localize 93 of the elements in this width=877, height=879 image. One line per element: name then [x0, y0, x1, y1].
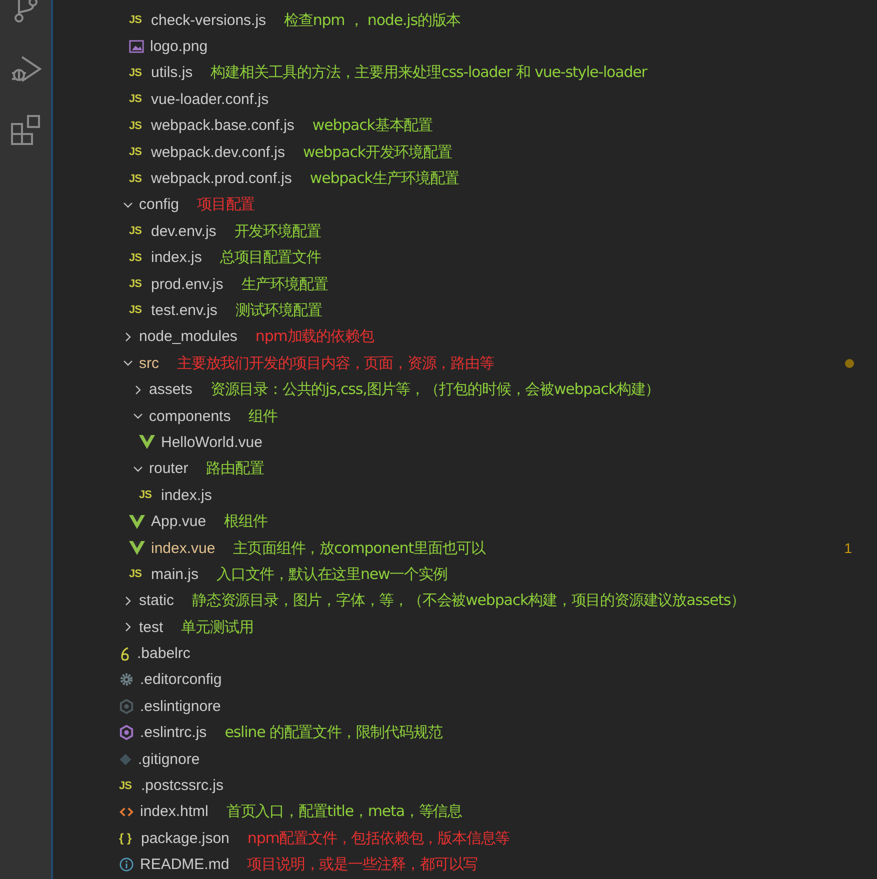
- file-name[interactable]: index.html: [140, 803, 208, 820]
- vue-file-icon: [129, 541, 145, 555]
- folder-name[interactable]: static: [139, 592, 174, 610]
- annotation: 根组件: [224, 512, 268, 532]
- annotation: 测试环境配置: [235, 300, 322, 320]
- annotation: 主页面组件，放component里面也可以: [233, 538, 486, 558]
- folder-name[interactable]: config: [139, 196, 180, 214]
- hexagon-icon: [119, 698, 134, 714]
- json-file-icon: { }: [119, 831, 135, 846]
- file-name[interactable]: App.vue: [151, 513, 206, 530]
- js-file-icon: JS: [139, 489, 155, 502]
- chevron-icon[interactable]: [123, 596, 133, 606]
- annotation: 开发环境配置: [234, 222, 321, 241]
- chevron-icon[interactable]: [133, 384, 143, 395]
- extensions-icon[interactable]: [10, 114, 42, 146]
- file-name[interactable]: .eslintrc.js: [140, 724, 207, 742]
- annotation: 静态资源目录，图片，字体，等，（不会被webpack构建，项目的资源建议放assets）: [192, 591, 746, 610]
- info-icon: [119, 857, 134, 872]
- file-name[interactable]: README.md: [140, 856, 230, 874]
- js-file-icon: JS: [129, 14, 145, 26]
- file-name[interactable]: webpack.prod.conf.js: [151, 170, 292, 188]
- file-name[interactable]: webpack.dev.conf.js: [151, 144, 285, 161]
- file-name[interactable]: webpack.base.conf.js: [151, 117, 294, 134]
- chevron-icon[interactable]: [133, 464, 143, 474]
- annotation: 路由配置: [206, 459, 264, 478]
- file-name[interactable]: index.js: [161, 486, 212, 504]
- js-file-icon: JS: [129, 252, 145, 264]
- annotation: 构建相关工具的方法，主要用来处理css-loader 和 vue-style-loader: [210, 63, 647, 82]
- gear-icon: [119, 672, 134, 688]
- annotation: 首页入口，配置title，meta，等信息: [226, 802, 462, 822]
- chevron-icon[interactable]: [123, 622, 133, 632]
- file-name[interactable]: .gitignore: [138, 750, 200, 768]
- js-file-icon: JS: [129, 66, 145, 79]
- chevron-icon[interactable]: [123, 200, 133, 210]
- problem-count: 1: [844, 540, 852, 556]
- file-name[interactable]: check-versions.js: [151, 12, 266, 29]
- babel-file-icon: [119, 646, 131, 662]
- annotation: 组件: [248, 406, 278, 426]
- file-name[interactable]: test.env.js: [151, 302, 218, 319]
- file-name[interactable]: .babelrc: [137, 645, 190, 662]
- file-name[interactable]: utils.js: [151, 64, 193, 82]
- annotation: 项目配置: [197, 195, 255, 214]
- folder-name[interactable]: node_modules: [139, 328, 238, 346]
- annotation: webpack基本配置: [312, 116, 432, 136]
- hexagon-icon: [119, 725, 134, 740]
- file-name[interactable]: vue-loader.conf.js: [151, 90, 269, 108]
- code-icon: [119, 806, 134, 818]
- file-name[interactable]: HelloWorld.vue: [161, 434, 262, 451]
- chevron-icon[interactable]: [123, 332, 133, 342]
- diamond-icon: [119, 752, 132, 766]
- annotation: 单元测试用: [181, 618, 254, 637]
- js-file-icon: JS: [119, 780, 135, 792]
- annotation: npm加载的依赖包: [255, 327, 374, 346]
- vue-file-icon: [129, 514, 145, 529]
- annotation: 项目说明，或是一些注释，都可以写: [247, 855, 478, 874]
- vue-file-icon: [139, 435, 155, 450]
- js-file-icon: JS: [129, 146, 145, 158]
- file-name[interactable]: main.js: [151, 566, 199, 583]
- js-file-icon: JS: [129, 568, 145, 580]
- file-name[interactable]: .eslintignore: [140, 698, 221, 715]
- annotation: 总项目配置文件: [220, 248, 321, 268]
- annotation: 资源目录：公共的js,css,图片等，（打包的时候，会被webpack构建）: [210, 380, 660, 400]
- annotation: npm配置文件，包括依赖包，版本信息等: [247, 828, 510, 848]
- file-name[interactable]: dev.env.js: [151, 222, 216, 240]
- annotation: webpack生产环境配置: [310, 169, 459, 188]
- file-name[interactable]: .editorconfig: [140, 671, 222, 688]
- annotation: 生产环境配置: [241, 274, 328, 294]
- file-name[interactable]: .postcssrc.js: [141, 777, 224, 794]
- folder-name[interactable]: components: [149, 408, 231, 425]
- image-file-icon: [129, 39, 144, 54]
- folder-name[interactable]: src: [139, 354, 159, 372]
- file-name[interactable]: logo.png: [150, 38, 208, 56]
- chevron-icon[interactable]: [133, 411, 143, 422]
- file-name[interactable]: package.json: [141, 830, 230, 847]
- folder-name[interactable]: assets: [149, 381, 192, 398]
- js-file-icon: JS: [129, 278, 145, 290]
- annotation: webpack开发环境配置: [302, 142, 452, 162]
- folder-name[interactable]: test: [139, 618, 164, 636]
- chevron-icon[interactable]: [123, 358, 133, 368]
- file-name[interactable]: prod.env.js: [151, 276, 224, 293]
- js-file-icon: JS: [129, 304, 145, 316]
- folder-name[interactable]: router: [149, 460, 188, 478]
- js-file-icon: JS: [129, 225, 145, 238]
- file-name[interactable]: index.vue: [151, 540, 216, 556]
- js-file-icon: JS: [129, 120, 145, 132]
- annotation: 入口文件，默认在这里new一个实例: [216, 564, 448, 584]
- annotation: esline 的配置文件，限制代码规范: [224, 723, 442, 742]
- file-name[interactable]: index.js: [151, 249, 202, 266]
- js-file-icon: JS: [129, 93, 145, 106]
- annotation: 主要放我们开发的项目内容，页面，资源，路由等: [177, 354, 494, 373]
- annotation: 检查npm ， node.js的版本: [284, 10, 461, 30]
- js-file-icon: JS: [129, 172, 145, 185]
- source-control-icon[interactable]: [12, 0, 40, 24]
